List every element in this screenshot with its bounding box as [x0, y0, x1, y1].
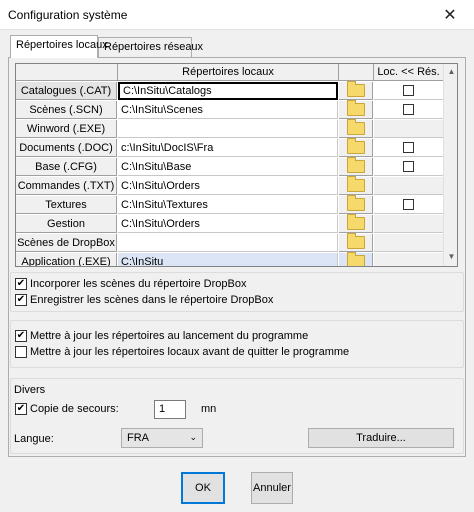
loc-cell	[374, 234, 443, 252]
loc-checkbox[interactable]	[403, 85, 414, 96]
loc-cell	[374, 215, 443, 233]
copie-interval-input[interactable]: 1	[154, 400, 186, 419]
folder-icon	[346, 176, 365, 192]
loc-checkbox[interactable]	[403, 161, 414, 172]
enregistrer-label: Enregistrer les scènes dans le répertoir…	[30, 294, 274, 306]
folder-icon	[346, 214, 365, 230]
directories-grid: Répertoires locaux Loc. << Rés. Catalogu…	[15, 63, 458, 267]
folder-icon	[346, 195, 365, 211]
loc-cell	[374, 120, 443, 138]
maj-quitter-checkbox[interactable]	[15, 346, 27, 358]
folder-icon	[346, 138, 365, 154]
browse-folder-button[interactable]	[339, 252, 373, 266]
grid-header-loc: Loc. << Rés.	[374, 64, 443, 81]
row-label: Application (.EXE)	[16, 253, 117, 266]
loc-cell[interactable]	[374, 139, 443, 157]
chevron-down-icon: ⌄	[189, 432, 197, 442]
incorporer-checkbox[interactable]: ✔	[15, 278, 27, 290]
loc-checkbox[interactable]	[403, 199, 414, 210]
title-bar: Configuration système ✕	[0, 0, 474, 30]
path-cell[interactable]: C:\InSitu\Scenes	[118, 101, 338, 119]
traduire-button[interactable]: Traduire...	[308, 428, 454, 448]
incorporer-label: Incorporer les scènes du répertoire Drop…	[30, 278, 247, 290]
ok-button[interactable]: OK	[181, 472, 225, 504]
langue-value: FRA	[127, 432, 149, 444]
row-label: Base (.CFG)	[16, 158, 117, 176]
cancel-button[interactable]: Annuler	[251, 472, 293, 504]
browse-folder-button[interactable]	[339, 119, 373, 138]
path-cell[interactable]: C:\InSitu	[118, 253, 338, 266]
loc-cell[interactable]	[374, 101, 443, 119]
maj-lancement-label: Mettre à jour les répertoires au lanceme…	[30, 330, 309, 342]
scroll-up-icon[interactable]: ▲	[444, 67, 457, 76]
loc-cell	[374, 253, 443, 266]
browse-folder-button[interactable]	[339, 214, 373, 233]
browse-folder-button[interactable]	[339, 195, 373, 214]
loc-checkbox[interactable]	[403, 104, 414, 115]
path-cell[interactable]	[118, 234, 338, 252]
path-cell[interactable]: C:\InSitu\Textures	[118, 196, 338, 214]
path-cell[interactable]: C:\InSitu\Catalogs	[118, 82, 338, 100]
grid-header-corner	[16, 64, 118, 81]
row-label: Winword (.EXE)	[16, 120, 117, 138]
browse-folder-button[interactable]	[339, 233, 373, 252]
grid-scrollbar[interactable]: ▲ ▼	[443, 64, 457, 266]
folder-icon	[346, 157, 365, 173]
maj-quitter-label: Mettre à jour les répertoires locaux ava…	[30, 346, 350, 358]
folder-icon	[346, 233, 365, 249]
row-label: Commandes (.TXT)	[16, 177, 117, 195]
divers-title: Divers	[14, 384, 46, 396]
button-bar	[0, 462, 474, 512]
grid-header-path: Répertoires locaux	[118, 64, 339, 81]
grid-header-folder	[339, 64, 374, 81]
folder-icon	[346, 100, 365, 116]
copie-checkbox[interactable]: ✔	[15, 403, 27, 415]
update-group	[10, 320, 464, 368]
loc-cell[interactable]	[374, 82, 443, 100]
browse-folder-button[interactable]	[339, 176, 373, 195]
row-label: Scènes de DropBox	[16, 234, 117, 252]
row-label: Catalogues (.CAT)	[16, 82, 117, 100]
check-icon: ✔	[16, 330, 26, 341]
maj-lancement-checkbox[interactable]: ✔	[15, 330, 27, 342]
folder-icon	[346, 119, 365, 135]
check-icon: ✔	[16, 294, 26, 305]
check-icon: ✔	[16, 403, 26, 414]
row-label: Documents (.DOC)	[16, 139, 117, 157]
loc-cell	[374, 177, 443, 195]
browse-folder-button[interactable]	[339, 100, 373, 119]
row-label: Scènes (.SCN)	[16, 101, 117, 119]
copie-unit: mn	[201, 403, 217, 415]
path-cell[interactable]: c:\InSitu\DocIS\Fra	[118, 139, 338, 157]
loc-cell[interactable]	[374, 158, 443, 176]
copie-label: Copie de secours:	[30, 403, 119, 415]
enregistrer-checkbox[interactable]: ✔	[15, 294, 27, 306]
folder-icon	[346, 252, 365, 266]
path-cell[interactable]: C:\InSitu\Base	[118, 158, 338, 176]
tab-repertoires-reseaux[interactable]: Répertoires réseaux	[98, 37, 203, 57]
window-title: Configuration système	[8, 8, 128, 22]
browse-folder-button[interactable]	[339, 81, 373, 100]
tab-repertoires-locaux[interactable]: Répertoires locaux	[10, 35, 108, 58]
browse-folder-button[interactable]	[339, 157, 373, 176]
close-icon[interactable]: ✕	[426, 0, 474, 30]
path-cell[interactable]	[118, 120, 338, 138]
folder-icon	[346, 81, 365, 97]
loc-cell[interactable]	[374, 196, 443, 214]
path-cell[interactable]: C:\InSitu\Orders	[118, 177, 338, 195]
langue-label: Langue:	[14, 433, 54, 445]
browse-folder-button[interactable]	[339, 138, 373, 157]
row-label: Textures	[16, 196, 117, 214]
row-label: Gestion	[16, 215, 117, 233]
path-cell[interactable]: C:\InSitu\Orders	[118, 215, 338, 233]
scroll-down-icon[interactable]: ▼	[444, 252, 457, 261]
loc-checkbox[interactable]	[403, 142, 414, 153]
langue-select[interactable]: FRA ⌄	[121, 428, 203, 448]
check-icon: ✔	[16, 278, 26, 289]
